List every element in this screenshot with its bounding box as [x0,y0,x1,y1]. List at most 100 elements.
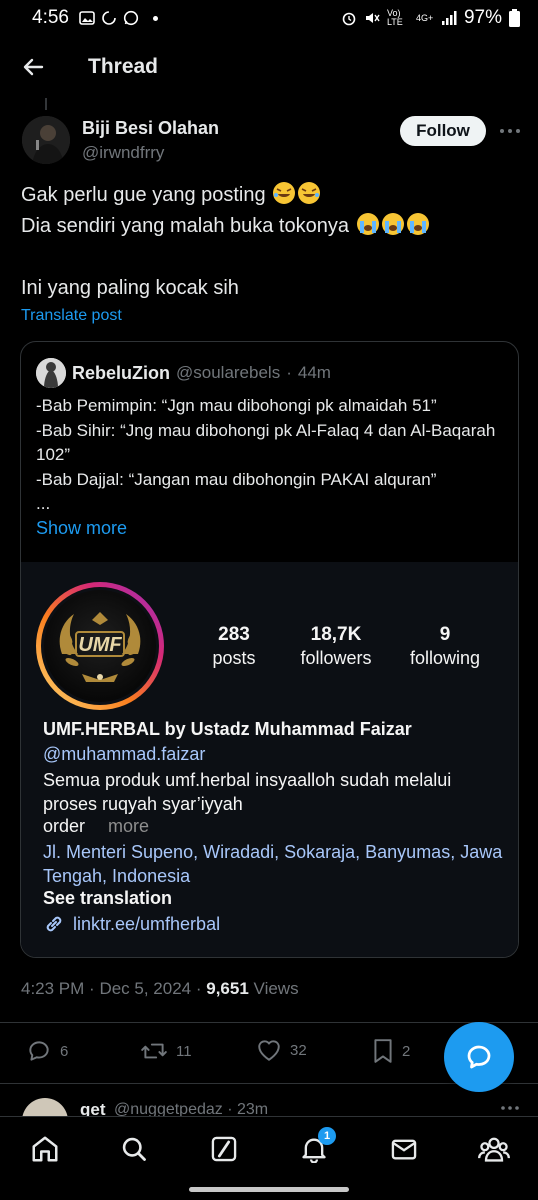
loudly-crying-emoji-icon [356,213,379,235]
reply-bubble-icon [467,1045,491,1069]
lte-indicator: Vo) LTE [386,8,403,27]
gesture-bar[interactable] [189,1187,349,1192]
top-app-bar: Thread [0,36,538,98]
reply-count: 6 [60,1042,69,1060]
bookmark-icon [374,1039,392,1063]
quote-author-row: RebeluZion @soularebels · 44m [36,358,331,388]
following-stat: 9 following [409,624,481,668]
reply-avatar [22,1098,68,1116]
notification-badge: 1 [318,1127,336,1145]
next-reply-peek[interactable]: get @nuggetpedaz · 23m [22,1098,522,1116]
instagram-bio-order: order [43,816,86,836]
nav-messages[interactable] [388,1133,420,1165]
show-more-link[interactable]: Show more [36,518,127,539]
quote-line: -Bab Dajjal: “Jangan mau dibohongin PAKA… [36,469,437,489]
status-time: 4:56 [32,7,69,28]
whatsapp-icon [123,10,139,26]
instagram-profile-name: UMF.HERBAL by Ustadz Muhammad Faizar [43,719,412,739]
nav-grok[interactable] [208,1133,240,1165]
nav-home[interactable] [29,1133,61,1165]
author-name[interactable]: Biji Besi Olahan [82,118,219,139]
rofl-emoji-icon [298,182,321,204]
signal-icon [441,11,457,25]
quote-age: 44m [297,363,331,382]
reply-author-handle: @nuggetpedaz · 23m [114,1101,269,1116]
quote-author-avatar [36,358,66,388]
battery-icon [509,9,520,27]
communities-icon [478,1137,510,1162]
quote-line: -Bab Sihir: “Jng mau dibohongi pk Al-Fal… [36,420,501,465]
views-label: Views [253,979,299,998]
instagram-username: @muhammad.faizar [43,744,206,764]
quote-author-name: RebeluZion [72,362,170,383]
more-horizontal-icon [501,1106,519,1110]
instagram-link: linktr.ee/umfherbal [43,913,220,935]
status-bar: 4:56 Vo) LTE 4G+ 97% [0,0,538,36]
repost-button[interactable]: 11 [140,1038,192,1064]
author-avatar[interactable] [22,116,70,164]
quote-media-image[interactable]: UMF 283 posts 18,7K followers 9 followin… [21,562,518,957]
more-options-button[interactable] [498,122,522,140]
post-author-row: Biji Besi Olahan @irwndfrry Follow [22,116,522,166]
gallery-icon [79,11,95,25]
repost-count: 11 [176,1042,192,1060]
post-date: Dec 5, 2024 [99,979,192,998]
compose-reply-fab[interactable] [444,1022,514,1092]
nav-notifications[interactable]: 1 [298,1127,336,1165]
4g-indicator: 4G+ [415,12,434,23]
link-icon [46,916,62,932]
instagram-address: Jl. Menteri Supeno, Wiradadi, Sokaraja, … [43,842,503,886]
loudly-crying-emoji-icon [381,213,404,235]
translate-post-link[interactable]: Translate post [21,307,122,325]
like-count: 32 [290,1041,307,1059]
divider [0,1022,538,1023]
grok-icon [211,1136,237,1162]
view-count[interactable]: 9,651 [206,979,249,998]
alarm-icon [342,12,356,26]
post-line: Ini yang paling kocak sih [21,277,239,299]
author-handle[interactable]: @irwndfrry [82,143,164,163]
quote-line: -Bab Pemimpin: “Jgn mau dibohongi pk alm… [36,396,437,415]
post-line: Dia sendiri yang malah buka tokonya [21,211,521,242]
author-avatar-image [22,116,70,164]
post-meta: 4:23 PM · Dec 5, 2024 · 9,651 Views [21,979,299,999]
back-button[interactable] [16,50,50,84]
instagram-see-translation: See translation [43,888,173,908]
reply-more-button[interactable] [500,1098,520,1116]
mute-icon [365,13,380,23]
back-arrow-icon [23,58,44,76]
status-notification-icons [79,10,158,26]
heart-icon [258,1040,280,1061]
follow-button[interactable]: Follow [400,116,486,146]
repost-icon [141,1043,167,1059]
followers-stat: 18,7K followers [300,624,372,668]
separator-dot: · [195,979,207,998]
reply-icon [29,1041,49,1061]
instagram-profile-avatar: UMF [36,582,164,710]
bookmark-count: 2 [402,1042,411,1060]
quote-line: ... [36,494,51,513]
quoted-post-card[interactable]: RebeluZion @soularebels · 44m -Bab Pemim… [20,341,519,958]
separator-dot: · [286,363,292,382]
nav-search[interactable] [118,1133,150,1165]
posts-stat: 283 posts [212,624,256,668]
page-title: Thread [88,55,159,78]
loudly-crying-emoji-icon [406,213,429,235]
instagram-bio-more: more [108,816,150,836]
instagram-logo-text: UMF [78,634,122,656]
quote-body: -Bab Pemimpin: “Jgn mau dibohongi pk alm… [36,394,506,517]
search-icon [122,1137,146,1161]
post-body: Gak perlu gue yang posting Dia sendiri y… [21,180,521,304]
rofl-emoji-icon [273,182,296,204]
envelope-icon [391,1139,417,1160]
like-button[interactable]: 32 [256,1038,307,1062]
home-icon [32,1136,58,1162]
reply-button[interactable]: 6 [26,1038,68,1064]
quote-avatar-image [36,358,66,388]
nav-communities[interactable] [478,1133,510,1165]
post-line: Gak perlu gue yang posting [21,180,521,211]
bookmark-button[interactable]: 2 [372,1038,410,1064]
sync-icon [102,11,116,25]
status-dot [152,15,158,21]
status-right: Vo) LTE 4G+ 97% [341,7,520,29]
